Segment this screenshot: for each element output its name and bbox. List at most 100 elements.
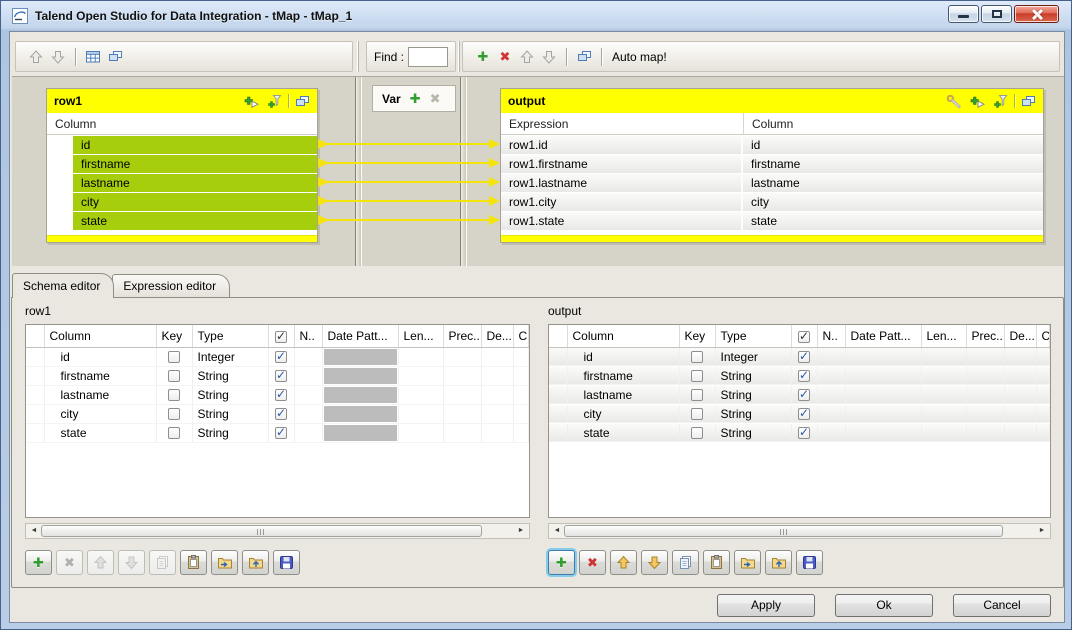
- cell-column[interactable]: firstname: [44, 366, 156, 385]
- cell-type[interactable]: String: [715, 404, 791, 423]
- cell-length[interactable]: [921, 404, 966, 423]
- nullable-checkbox[interactable]: [798, 389, 810, 401]
- window-icon[interactable]: [295, 95, 310, 108]
- save-schema-button[interactable]: [796, 550, 823, 575]
- cell-default[interactable]: [481, 404, 513, 423]
- cell-length[interactable]: [398, 385, 443, 404]
- nullable-checkbox[interactable]: [798, 427, 810, 439]
- cell-precision[interactable]: [966, 404, 1004, 423]
- cell-length[interactable]: [398, 423, 443, 442]
- add-column-arrow-icon[interactable]: [968, 94, 985, 108]
- delete-output-button[interactable]: ✖: [494, 46, 516, 68]
- nullable-checkbox[interactable]: [798, 370, 810, 382]
- cell-default[interactable]: [1004, 366, 1036, 385]
- add-column-button[interactable]: ✚: [25, 550, 52, 575]
- cell-date-pattern[interactable]: [845, 347, 921, 366]
- scroll-right-button[interactable]: ►: [514, 524, 528, 538]
- cell-column[interactable]: lastname: [567, 385, 679, 404]
- header-nullable-checkbox[interactable]: [798, 331, 810, 343]
- cell-precision[interactable]: [966, 347, 1004, 366]
- cell-type[interactable]: String: [192, 423, 268, 442]
- cell-length[interactable]: [921, 385, 966, 404]
- delete-column-button[interactable]: ✖: [579, 550, 606, 575]
- output-row-expression[interactable]: row1.lastname: [501, 174, 743, 192]
- add-output-button[interactable]: ✚: [472, 46, 494, 68]
- tab-expression-editor[interactable]: Expression editor: [112, 274, 230, 298]
- schema-row[interactable]: lastnameString: [549, 385, 1050, 404]
- scroll-right-button[interactable]: ►: [1035, 524, 1049, 538]
- output-row-column[interactable]: firstname: [743, 155, 1043, 173]
- copy-button[interactable]: [672, 550, 699, 575]
- input-row[interactable]: firstname: [47, 155, 317, 173]
- zone-divider[interactable]: [460, 77, 467, 266]
- nullable-checkbox[interactable]: [275, 370, 287, 382]
- cell-comment[interactable]: [1036, 385, 1050, 404]
- cell-precision[interactable]: [443, 404, 481, 423]
- close-button[interactable]: [1014, 5, 1059, 23]
- cell-precision[interactable]: [443, 423, 481, 442]
- output-row[interactable]: row1.citycity: [501, 193, 1043, 211]
- output-row-column[interactable]: id: [743, 136, 1043, 154]
- schema-view-button[interactable]: [82, 46, 104, 68]
- schema-row[interactable]: firstnameString: [549, 366, 1050, 385]
- cell-date-pattern[interactable]: [845, 385, 921, 404]
- schema-row[interactable]: idInteger: [549, 347, 1050, 366]
- schema-row[interactable]: stateString: [549, 423, 1050, 442]
- cell-type[interactable]: String: [715, 366, 791, 385]
- key-checkbox[interactable]: [168, 408, 180, 420]
- schema-row[interactable]: firstnameString: [26, 366, 529, 385]
- cell-comment[interactable]: [1036, 404, 1050, 423]
- key-checkbox[interactable]: [691, 389, 703, 401]
- add-var-button[interactable]: ✚: [410, 92, 421, 105]
- import-schema-button[interactable]: [211, 550, 238, 575]
- input-row[interactable]: id: [47, 136, 317, 154]
- cell-precision[interactable]: [443, 385, 481, 404]
- cell-column[interactable]: id: [44, 347, 156, 366]
- output-row[interactable]: row1.idid: [501, 136, 1043, 154]
- cell-length[interactable]: [398, 347, 443, 366]
- window-icon[interactable]: [1021, 95, 1036, 108]
- output-row-expression[interactable]: row1.state: [501, 212, 743, 230]
- key-checkbox[interactable]: [168, 427, 180, 439]
- tab-schema-editor[interactable]: Schema editor: [12, 273, 114, 298]
- output-row-expression[interactable]: row1.firstname: [501, 155, 743, 173]
- key-checkbox[interactable]: [168, 370, 180, 382]
- auto-map-button[interactable]: Auto map!: [612, 50, 667, 64]
- cell-default[interactable]: [1004, 347, 1036, 366]
- apply-button[interactable]: Apply: [717, 594, 815, 617]
- cell-comment[interactable]: [513, 385, 529, 404]
- cell-type[interactable]: String: [192, 404, 268, 423]
- input-row-column[interactable]: id: [73, 136, 317, 154]
- schema-row[interactable]: stateString: [26, 423, 529, 442]
- cancel-button[interactable]: Cancel: [953, 594, 1051, 617]
- add-filter-icon[interactable]: [265, 94, 282, 109]
- move-down-button[interactable]: [641, 550, 668, 575]
- cell-comment[interactable]: [1036, 423, 1050, 442]
- minimize-button[interactable]: [948, 5, 979, 23]
- input-row[interactable]: state: [47, 212, 317, 230]
- key-checkbox[interactable]: [691, 427, 703, 439]
- output-row-expression[interactable]: row1.city: [501, 193, 743, 211]
- cell-length[interactable]: [921, 423, 966, 442]
- scroll-left-button[interactable]: ◄: [27, 524, 41, 538]
- schema-row[interactable]: idInteger: [26, 347, 529, 366]
- output-row[interactable]: row1.lastnamelastname: [501, 174, 1043, 192]
- output-row-column[interactable]: city: [743, 193, 1043, 211]
- import-schema-button[interactable]: [734, 550, 761, 575]
- output-row-expression[interactable]: row1.id: [501, 136, 743, 154]
- header-nullable-checkbox[interactable]: [275, 331, 287, 343]
- cell-date-pattern[interactable]: [845, 423, 921, 442]
- cell-column[interactable]: city: [44, 404, 156, 423]
- cell-date-pattern[interactable]: [845, 366, 921, 385]
- scroll-thumb[interactable]: [564, 525, 1003, 537]
- nullable-checkbox[interactable]: [275, 427, 287, 439]
- save-schema-button[interactable]: [273, 550, 300, 575]
- key-checkbox[interactable]: [691, 370, 703, 382]
- cell-precision[interactable]: [966, 423, 1004, 442]
- add-column-arrow-icon[interactable]: [242, 94, 259, 108]
- cell-default[interactable]: [1004, 385, 1036, 404]
- zone-divider[interactable]: [355, 77, 362, 266]
- splitter-handle[interactable]: [458, 41, 460, 72]
- cell-type[interactable]: String: [192, 385, 268, 404]
- schema-row[interactable]: city String: [26, 404, 529, 423]
